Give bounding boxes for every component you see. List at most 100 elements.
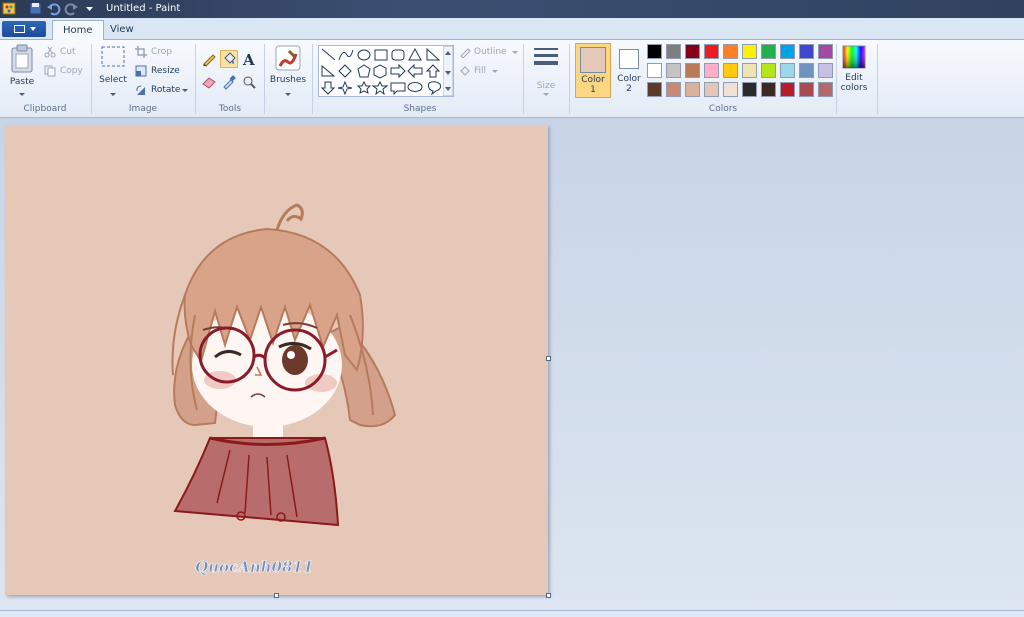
menu-icon: [14, 25, 25, 33]
quick-access-dropdown-icon[interactable]: [82, 1, 97, 16]
palette-color-swatch[interactable]: [647, 82, 662, 97]
palette-color-swatch[interactable]: [704, 63, 719, 78]
size-label: Size: [536, 81, 556, 91]
clipboard-group-label: Clipboard: [23, 104, 67, 114]
palette-color-swatch[interactable]: [685, 44, 700, 59]
paint-menu-button[interactable]: [2, 21, 46, 37]
palette-color-swatch[interactable]: [647, 44, 662, 59]
select-icon: [101, 46, 125, 67]
palette-color-swatch[interactable]: [704, 44, 719, 59]
palette-color-swatch[interactable]: [666, 63, 681, 78]
copy-button[interactable]: Copy: [60, 66, 83, 76]
shapes-scrollbar[interactable]: [443, 46, 453, 96]
palette-color-swatch[interactable]: [799, 44, 814, 59]
window-title: Untitled - Paint: [106, 3, 181, 14]
palette-color-swatch[interactable]: [818, 63, 833, 78]
cut-button[interactable]: Cut: [60, 47, 76, 57]
select-button[interactable]: Select: [96, 44, 130, 100]
palette-color-swatch[interactable]: [761, 44, 776, 59]
group-divider: [91, 44, 92, 114]
color-2-swatch: [619, 49, 639, 69]
resize-handle-bottom[interactable]: [274, 593, 279, 598]
palette-color-swatch[interactable]: [818, 44, 833, 59]
palette-color-swatch[interactable]: [799, 82, 814, 97]
outline-button[interactable]: Outline: [474, 47, 507, 57]
color-2-button[interactable]: Color 2: [611, 43, 647, 98]
brush-icon: [275, 45, 301, 71]
eyedropper-icon: [223, 75, 236, 90]
group-divider: [195, 44, 196, 114]
color-1-label: Color: [581, 75, 605, 85]
color-2-number: 2: [626, 84, 632, 94]
chevron-down-icon: [30, 27, 36, 31]
chevron-down-icon: [110, 93, 116, 96]
outline-icon[interactable]: [459, 46, 471, 58]
resize-icon[interactable]: [135, 65, 147, 77]
shapes-gallery-icons[interactable]: [319, 46, 455, 98]
brushes-button[interactable]: Brushes: [268, 44, 308, 100]
color-1-button[interactable]: Color 1: [575, 43, 611, 98]
canvas-workspace: QuocAnh0811: [0, 118, 1024, 610]
select-label: Select: [99, 75, 127, 85]
brushes-label: Brushes: [269, 75, 307, 85]
palette-color-swatch[interactable]: [742, 44, 757, 59]
chevron-down-icon: [492, 70, 498, 73]
color-spectrum-icon: [842, 45, 866, 69]
edit-colors-line-2: colors: [840, 83, 868, 93]
palette-color-swatch[interactable]: [761, 63, 776, 78]
rotate-button[interactable]: Rotate: [151, 85, 180, 95]
fill-button[interactable]: Fill: [474, 66, 486, 76]
group-divider: [312, 44, 313, 114]
resize-handle-right[interactable]: [546, 356, 551, 361]
palette-color-swatch[interactable]: [742, 82, 757, 97]
resize-button[interactable]: Resize: [151, 66, 180, 76]
tab-home[interactable]: Home: [52, 20, 104, 40]
palette-color-swatch[interactable]: [780, 82, 795, 97]
title-bar: Untitled - Paint: [0, 0, 1024, 18]
fill-bucket-icon: [224, 52, 236, 64]
shapes-gallery: [318, 45, 454, 97]
tab-view[interactable]: View: [100, 20, 144, 40]
crop-button[interactable]: Crop: [151, 47, 172, 57]
fill-tool[interactable]: [220, 50, 238, 68]
palette-color-swatch[interactable]: [742, 63, 757, 78]
eraser-icon: [202, 77, 216, 89]
rotate-icon[interactable]: [135, 84, 147, 96]
palette-color-swatch[interactable]: [780, 63, 795, 78]
chevron-down-icon: [285, 93, 291, 96]
palette-color-swatch[interactable]: [761, 82, 776, 97]
palette-color-swatch[interactable]: [799, 63, 814, 78]
paste-button[interactable]: Paste: [4, 44, 40, 100]
resize-handle-corner[interactable]: [546, 593, 551, 598]
save-icon[interactable]: [28, 1, 43, 16]
magnifier-tool[interactable]: [240, 73, 258, 91]
text-tool[interactable]: A: [240, 50, 258, 69]
crop-icon[interactable]: [135, 46, 147, 58]
palette-color-swatch[interactable]: [685, 82, 700, 97]
artist-signature: QuocAnh0811: [195, 558, 313, 576]
redo-icon[interactable]: [64, 1, 79, 16]
edit-colors-button[interactable]: Edit colors: [838, 44, 870, 100]
palette-color-swatch[interactable]: [723, 63, 738, 78]
drawing-canvas[interactable]: QuocAnh0811: [5, 125, 548, 595]
pencil-tool[interactable]: [200, 50, 218, 68]
palette-color-swatch[interactable]: [704, 82, 719, 97]
cut-icon[interactable]: [44, 46, 56, 58]
palette-color-swatch[interactable]: [818, 82, 833, 97]
undo-icon[interactable]: [46, 1, 61, 16]
palette-color-swatch[interactable]: [723, 82, 738, 97]
paint-app-icon[interactable]: [2, 1, 17, 16]
palette-color-swatch[interactable]: [723, 44, 738, 59]
eraser-tool[interactable]: [200, 73, 218, 91]
chibi-girl-drawing: QuocAnh0811: [171, 203, 397, 576]
palette-color-swatch[interactable]: [666, 44, 681, 59]
size-button[interactable]: Size: [528, 44, 564, 100]
palette-color-swatch[interactable]: [685, 63, 700, 78]
fill-icon[interactable]: [459, 65, 471, 77]
magnifier-icon: [243, 76, 256, 89]
palette-color-swatch[interactable]: [780, 44, 795, 59]
palette-color-swatch[interactable]: [647, 63, 662, 78]
copy-icon[interactable]: [44, 65, 56, 77]
palette-color-swatch[interactable]: [666, 82, 681, 97]
color-picker-tool[interactable]: [220, 73, 238, 91]
